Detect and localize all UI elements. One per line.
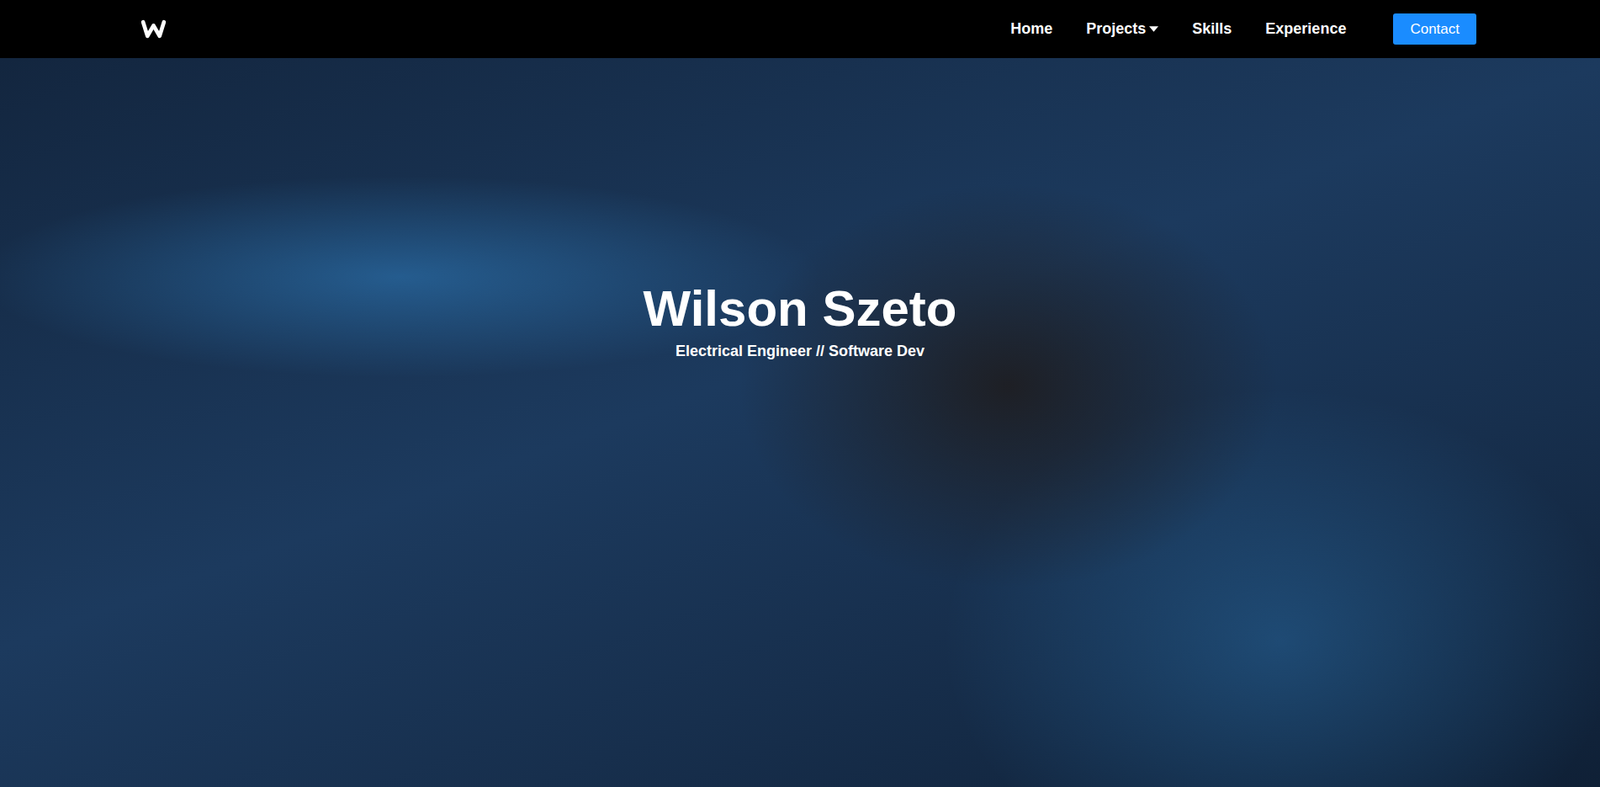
hero-subtitle: Electrical Engineer // Software Dev [675,342,925,361]
nav-link[interactable]: Skills [1192,20,1232,38]
nav-link-label: Home [1010,20,1053,38]
nav-link[interactable]: Projects [1086,20,1159,38]
logo-link[interactable] [139,17,168,41]
navbar: Home Projects Skills Experience Contact [0,0,1600,59]
hero-banner: Wilson Szeto Electrical Engineer // Soft… [0,58,1600,787]
weebly-logo-icon [139,17,168,41]
page: Home Projects Skills Experience Contact … [0,0,1600,787]
nav-link[interactable]: Home [1010,20,1053,38]
nav-link-label: Experience [1265,20,1346,38]
nav-link[interactable]: Experience [1265,20,1346,38]
nav-link-label: Projects [1086,20,1146,38]
nav-menu: Home Projects Skills Experience Contact [1010,13,1477,45]
contact-button[interactable]: Contact [1393,13,1477,45]
hero-title: Wilson Szeto [643,278,958,340]
nav-link-label: Skills [1192,20,1232,38]
caret-down-icon [1149,26,1159,32]
